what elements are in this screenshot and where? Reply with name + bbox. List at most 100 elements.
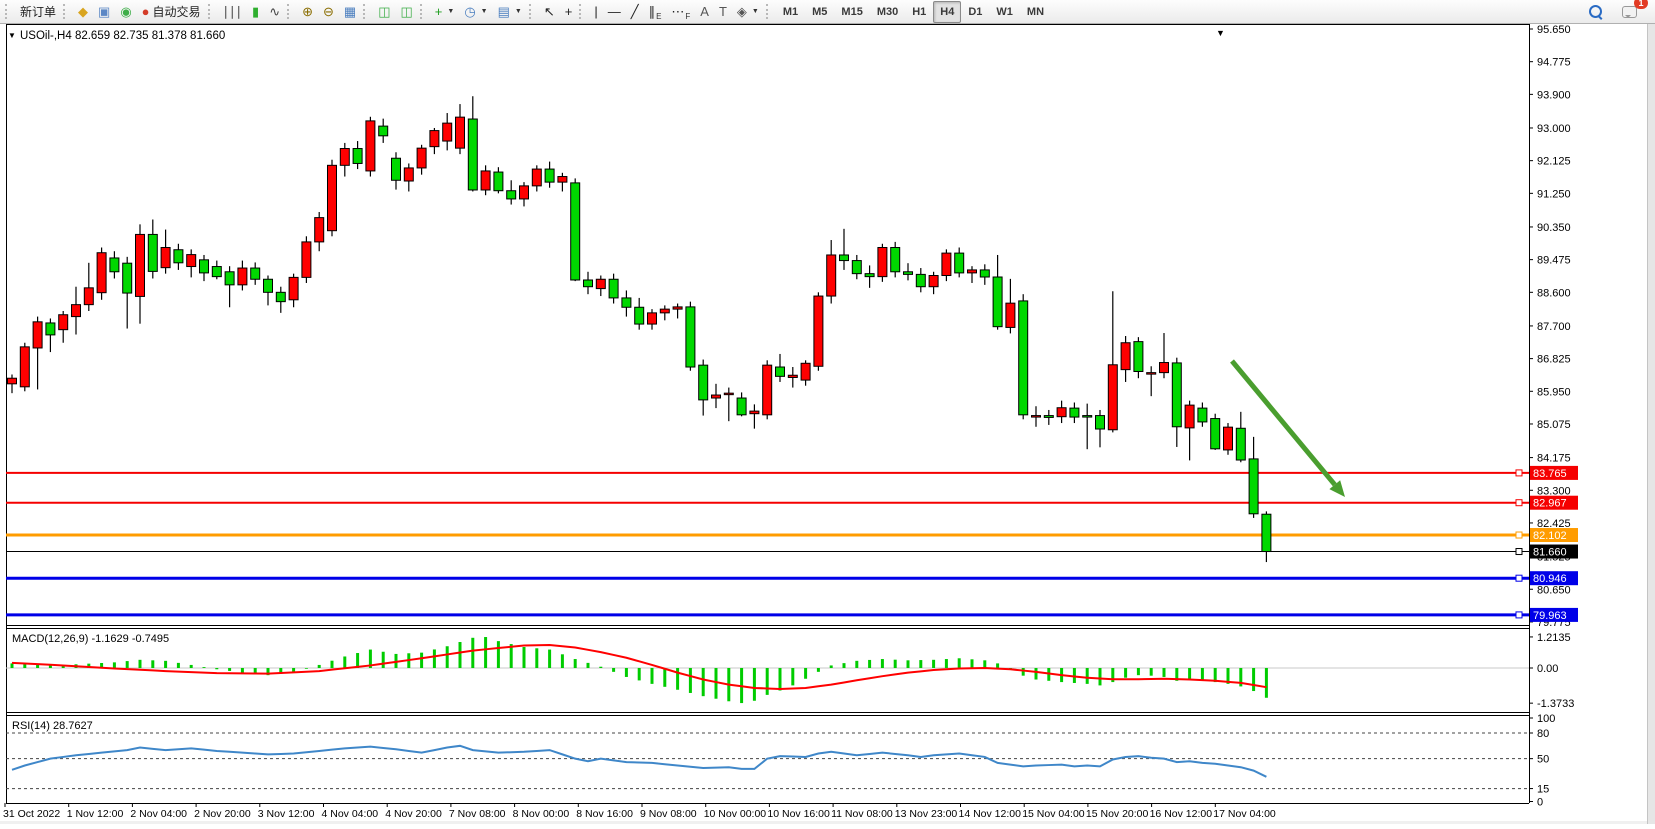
candle-down	[916, 274, 925, 286]
tf-w1-button-label: W1	[996, 6, 1013, 18]
price-badge-label: 82.102	[1533, 530, 1567, 542]
tf-h1-button-label: H1	[912, 6, 926, 18]
candle-up	[302, 242, 311, 277]
macd-scale-label: 1.2135	[1537, 632, 1571, 644]
tf-m30-button[interactable]: M30	[870, 1, 905, 23]
channel-button[interactable]: ∥E	[644, 1, 667, 23]
tf-m5-button[interactable]: M5	[805, 1, 834, 23]
chart-background	[0, 24, 1648, 824]
tf-h4-button[interactable]: H4	[933, 1, 961, 23]
candle-up	[289, 277, 298, 299]
price-tick-label: 88.600	[1537, 287, 1571, 299]
line-handle[interactable]	[1516, 549, 1522, 555]
icon-sub-letter: E	[656, 12, 661, 22]
candle-down	[200, 260, 209, 273]
tf-m15-button[interactable]: M15	[834, 1, 869, 23]
symbol-dropdown-icon[interactable]: ▼	[8, 31, 16, 40]
candle-up	[1057, 408, 1066, 417]
candle-up	[558, 177, 567, 183]
trendline-button[interactable]: ╱	[626, 1, 644, 23]
candle-down	[622, 298, 631, 307]
date-tick-label: 16 Nov 12:00	[1150, 808, 1213, 820]
autotrading-button-label: 自动交易	[153, 3, 201, 20]
vertical-line-button[interactable]: |	[589, 1, 602, 23]
candle-down	[212, 267, 221, 277]
search-button[interactable]	[1584, 1, 1607, 23]
tf-m1-button-label: M1	[783, 6, 798, 18]
rsi-scale-label: 15	[1537, 784, 1549, 796]
notifications-button[interactable]: 1	[1617, 1, 1642, 23]
indicators-button[interactable]: +▼	[430, 1, 460, 23]
autotrading-button[interactable]: ●自动交易	[137, 1, 206, 23]
label-icon: T	[719, 2, 727, 22]
candle-up	[673, 307, 682, 309]
channel-icon: ∥	[649, 2, 656, 22]
new-order-button[interactable]: 新订单	[15, 1, 61, 23]
price-tick-label: 83.300	[1537, 485, 1571, 497]
candle-down	[392, 158, 401, 180]
line-handle[interactable]	[1516, 470, 1522, 476]
tf-mn-button[interactable]: MN	[1020, 1, 1051, 23]
candle-down	[545, 169, 554, 182]
text-button[interactable]: A	[695, 1, 714, 23]
candle-down	[1096, 416, 1105, 429]
date-tick-label: 15 Nov 04:00	[1022, 808, 1085, 820]
cursor-button[interactable]: ↖	[539, 1, 560, 23]
price-tick-label: 86.825	[1537, 354, 1571, 366]
terminal-button[interactable]: ▣	[93, 1, 115, 23]
chart-shift-marker-icon[interactable]: ▼	[1216, 28, 1225, 38]
tf-d1-button[interactable]: D1	[961, 1, 989, 23]
line-chart-icon: ∿	[269, 2, 280, 22]
market-watch-button[interactable]: ◆	[73, 1, 93, 23]
candle-up	[20, 347, 29, 387]
line-chart-button[interactable]: ∿	[264, 1, 285, 23]
zoom-in-button[interactable]: ⊕	[297, 1, 318, 23]
fibonacci-button[interactable]: ⋯F	[666, 1, 695, 23]
tf-m30-button-label: M30	[877, 6, 898, 18]
line-handle[interactable]	[1516, 500, 1522, 506]
text-icon: A	[700, 2, 709, 22]
candle-up	[187, 255, 196, 267]
profiles-button[interactable]: ◫	[396, 1, 418, 23]
new-chart-button[interactable]: ◫	[373, 1, 395, 23]
candle-down	[686, 307, 695, 367]
candlestick-chart-button[interactable]: ▮	[247, 1, 264, 23]
price-chart-svg[interactable]: 95.65094.77593.90093.00092.12591.25090.3…	[0, 24, 1648, 824]
tf-h1-button[interactable]: H1	[905, 1, 933, 23]
candle-up	[481, 171, 490, 190]
templates-button[interactable]: ▤▼	[493, 1, 527, 23]
label-button[interactable]: T	[714, 1, 732, 23]
candle-up	[520, 186, 529, 199]
candle-up	[59, 315, 68, 330]
bar-chart-button[interactable]: ∣∣∣	[218, 1, 248, 23]
candle-down	[46, 323, 55, 335]
line-handle[interactable]	[1516, 612, 1522, 618]
chart-window[interactable]: 95.65094.77593.90093.00092.12591.25090.3…	[0, 24, 1648, 824]
crosshair-button[interactable]: +	[560, 1, 578, 23]
candle-up	[878, 247, 887, 276]
line-handle[interactable]	[1516, 532, 1522, 538]
tf-m1-button[interactable]: M1	[776, 1, 805, 23]
shapes-button[interactable]: ◈▼	[732, 1, 764, 23]
tile-windows-button[interactable]: ▦	[339, 1, 361, 23]
rsi-scale-label: 50	[1537, 754, 1549, 766]
line-handle[interactable]	[1516, 575, 1522, 581]
signals-button[interactable]: ◉	[115, 1, 136, 23]
toolbar-grip	[363, 4, 369, 19]
periods-button[interactable]: ◷▼	[459, 1, 492, 23]
candle-up	[1108, 365, 1117, 430]
horizontal-line-button[interactable]: —	[603, 1, 626, 23]
price-tick-label: 91.250	[1537, 188, 1571, 200]
date-tick-label: 10 Nov 00:00	[704, 808, 767, 820]
zoom-out-button[interactable]: ⊖	[318, 1, 339, 23]
candle-down	[635, 307, 644, 324]
candle-down	[148, 234, 157, 271]
candle-up	[97, 253, 106, 293]
candle-up	[328, 165, 337, 230]
price-tick-label: 85.950	[1537, 386, 1571, 398]
diamond-icon: ◆	[78, 2, 88, 22]
tf-w1-button[interactable]: W1	[989, 1, 1020, 23]
candle-up	[315, 218, 324, 242]
candle-up	[1006, 303, 1015, 327]
candle-down	[993, 277, 1002, 327]
